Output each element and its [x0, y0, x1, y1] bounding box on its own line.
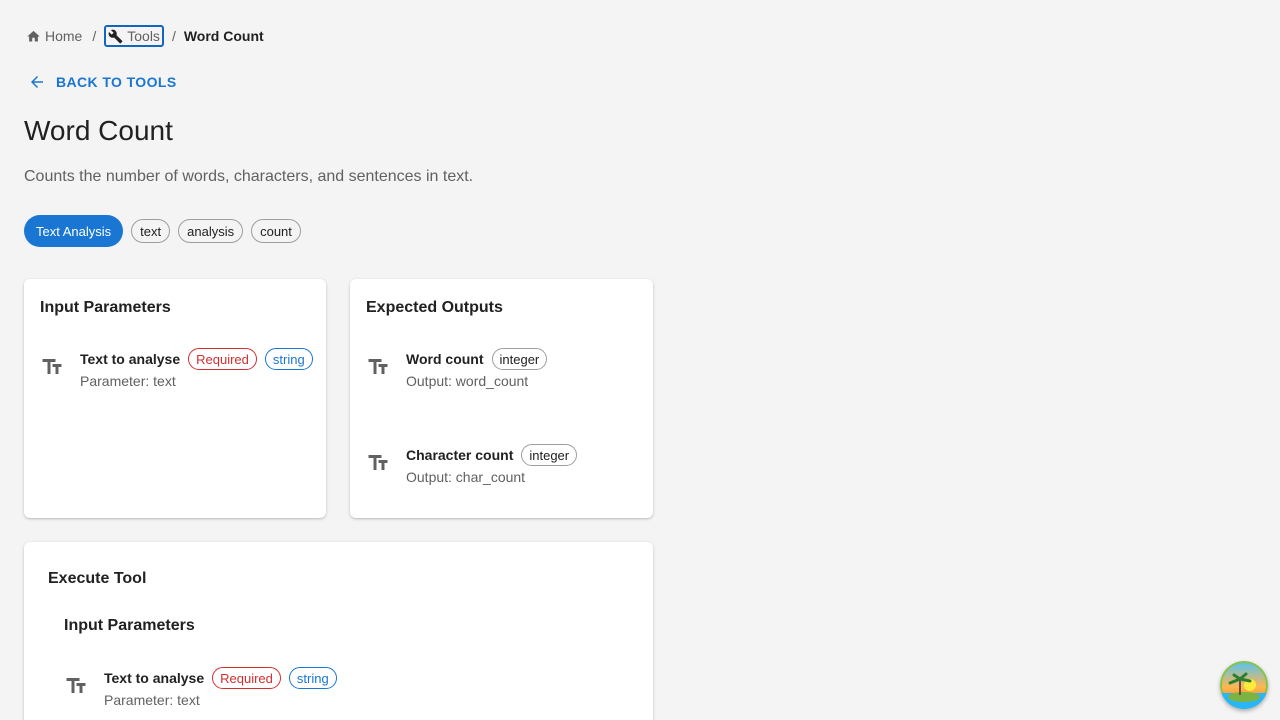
tag-chips: Text Analysis text analysis count: [24, 215, 309, 247]
wrench-icon: [108, 29, 123, 43]
output-key: Output: char_count: [406, 469, 526, 485]
breadcrumb: Home / Tools / Word Count: [24, 24, 264, 48]
parameter-name: Text to analyse: [80, 351, 181, 367]
arrow-left-icon: [31, 76, 43, 88]
type-badge: string: [264, 348, 313, 370]
breadcrumb-tools[interactable]: Tools: [104, 25, 164, 47]
type-badge: string: [288, 667, 337, 689]
expected-outputs-title: Expected Outputs: [366, 299, 503, 316]
page-description: Counts the number of words, characters, …: [24, 168, 474, 185]
text-fields-icon: [366, 355, 390, 379]
text-fields-icon: [40, 355, 64, 379]
back-to-tools-label: BACK TO TOOLS: [56, 74, 177, 90]
tag-chip[interactable]: analysis: [178, 219, 244, 243]
required-badge: Required: [212, 667, 281, 689]
type-badge: integer: [491, 348, 548, 370]
island-avatar-icon: [1220, 661, 1268, 709]
input-parameters-card: Input Parameters Text to analyse Require…: [24, 279, 326, 518]
category-chip[interactable]: Text Analysis: [24, 215, 124, 247]
user-avatar[interactable]: [1220, 661, 1268, 709]
execute-input-parameters-title: Input Parameters: [64, 617, 195, 634]
expected-outputs-card: Expected Outputs Word count integer Outp…: [350, 279, 653, 518]
execute-parameter-item: Text to analyse Required string Paramete…: [64, 666, 345, 708]
breadcrumb-home-label: Home: [45, 28, 83, 44]
back-to-tools-button[interactable]: BACK TO TOOLS: [28, 72, 177, 92]
input-parameters-title: Input Parameters: [40, 299, 171, 316]
tag-chip[interactable]: count: [251, 219, 301, 243]
breadcrumb-current: Word Count: [183, 28, 264, 44]
breadcrumb-separator: /: [171, 28, 176, 44]
output-name: Word count: [406, 351, 484, 367]
required-badge: Required: [188, 348, 257, 370]
text-fields-icon: [366, 451, 390, 475]
text-fields-icon: [64, 674, 88, 698]
breadcrumb-separator: /: [92, 28, 97, 44]
tag-chip[interactable]: text: [131, 219, 171, 243]
execute-tool-title: Execute Tool: [48, 570, 147, 587]
output-key: Output: word_count: [406, 373, 529, 389]
output-item: Character count integer Output: char_cou…: [366, 443, 585, 485]
parameter-key: Parameter: text: [80, 373, 176, 389]
parameter-name: Text to analyse: [104, 670, 205, 686]
breadcrumb-home[interactable]: Home: [24, 26, 84, 46]
execute-tool-card: Execute Tool Input Parameters Text to an…: [24, 542, 653, 720]
parameter-key: Parameter: text: [104, 692, 200, 708]
type-badge: integer: [521, 444, 578, 466]
output-name: Character count: [406, 447, 514, 463]
home-icon: [27, 30, 40, 41]
breadcrumb-tools-label: Tools: [127, 28, 160, 44]
output-item: Word count integer Output: word_count: [366, 347, 555, 389]
input-parameter-item: Text to analyse Required string Paramete…: [40, 347, 321, 389]
page-title: Word Count: [24, 115, 173, 146]
